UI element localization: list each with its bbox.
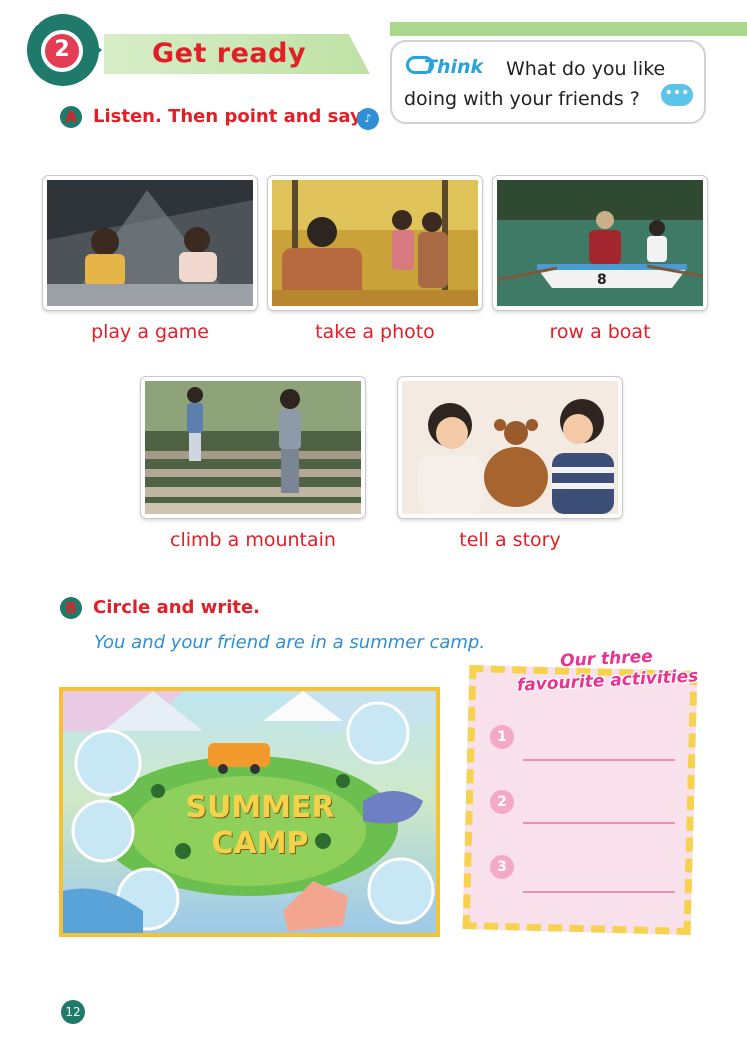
mountain-steps-image [145, 381, 361, 514]
activity-number-2: 2 [490, 790, 514, 814]
photo-tell-a-story [398, 377, 622, 518]
think-question-box [390, 40, 706, 124]
page-title: Get ready [152, 38, 307, 69]
caption-tell-a-story: tell a story [459, 529, 561, 551]
page-number: 12 [61, 1000, 85, 1024]
caption-play-a-game: play a game [91, 321, 209, 343]
photo-play-a-game [43, 176, 257, 310]
caption-row-a-boat: row a boat [549, 321, 651, 343]
autumn-park-image [272, 180, 478, 306]
audio-speaker-icon[interactable]: ♪ [357, 108, 379, 130]
section-a-title: Listen. Then point and say. [93, 106, 367, 127]
camp-title-line2: CAMP [211, 826, 309, 861]
unit-badge-pointer [88, 38, 102, 62]
section-b-instruction: You and your friend are in a summer camp… [94, 632, 486, 653]
camp-title-line1: SUMMER [185, 790, 335, 825]
think-label: Think [424, 56, 484, 78]
write-line-2[interactable] [523, 822, 675, 824]
summer-camp-title: SUMMER CAMP [180, 790, 340, 862]
write-line-1[interactable] [523, 759, 675, 761]
header-stripe [390, 22, 747, 36]
think-question-line2: doing with your friends ? [404, 88, 640, 110]
think-question-line1: What do you like [506, 58, 666, 80]
section-b-title: Circle and write. [93, 597, 261, 618]
activity-number-3: 3 [490, 855, 514, 879]
section-a-badge: A [60, 106, 82, 128]
unit-number: 2 [54, 37, 70, 62]
photo-take-a-photo [268, 176, 482, 310]
photo-row-a-boat: 8 [493, 176, 707, 310]
write-line-3[interactable] [523, 891, 675, 893]
activity-number-1: 1 [490, 725, 514, 749]
section-b-badge: B [60, 597, 82, 619]
caption-take-a-photo: take a photo [315, 321, 435, 343]
caption-climb-a-mountain: climb a mountain [170, 529, 336, 551]
boat-number: 8 [597, 272, 607, 288]
lake-boat-image: 8 [497, 180, 703, 306]
tent-scene-image [47, 180, 253, 306]
chat-bubble-icon: ••• [661, 84, 693, 106]
teddy-bear-story-image [402, 381, 618, 514]
photo-climb-a-mountain [141, 377, 365, 518]
